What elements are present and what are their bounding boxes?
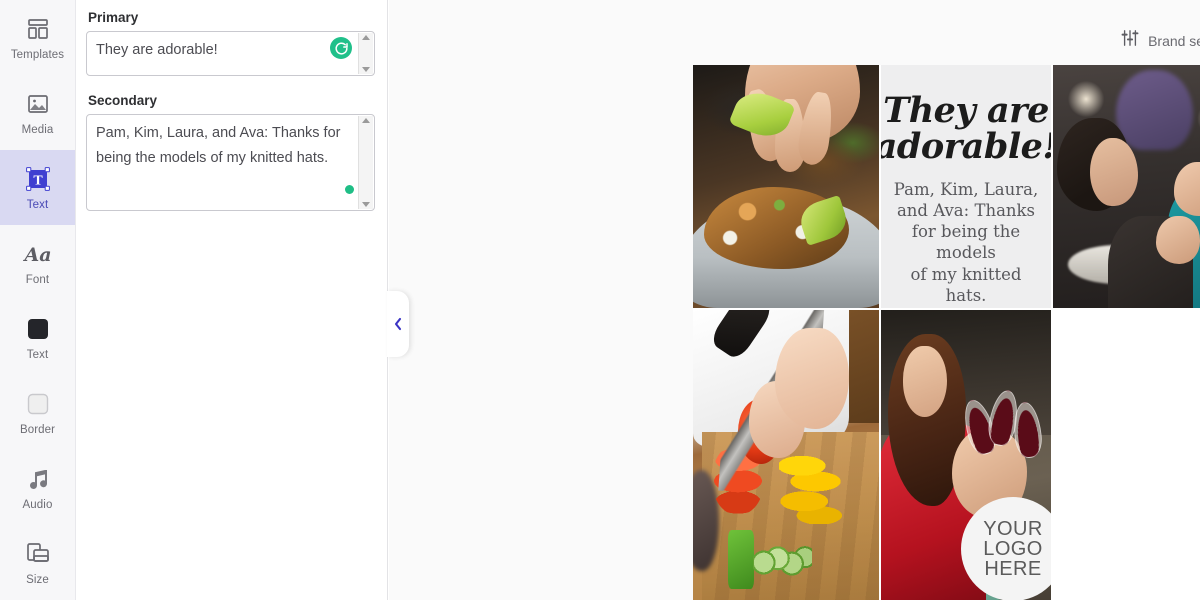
border-square-icon bbox=[23, 389, 53, 419]
logo-line-3: HERE bbox=[984, 558, 1042, 580]
logo-placeholder-badge[interactable]: YOUR LOGO HERE bbox=[961, 497, 1051, 600]
media-image-icon bbox=[23, 89, 53, 119]
canvas-headline: They are adorable! bbox=[881, 90, 1051, 168]
design-canvas[interactable]: They are adorable! Pam, Kim, Laura, and … bbox=[693, 65, 1200, 600]
sliders-icon bbox=[1121, 29, 1139, 52]
secondary-textarea[interactable]: Pam, Kim, Laura, and Ava: Thanks for bei… bbox=[86, 114, 375, 211]
primary-text-value: They are adorable! bbox=[96, 42, 218, 58]
sidebar-label: Size bbox=[26, 574, 49, 586]
collapse-panel-button[interactable] bbox=[387, 291, 409, 357]
subtext-line-1: Pam, Kim, Laura, bbox=[893, 180, 1039, 200]
sidebar-label: Templates bbox=[10, 49, 65, 61]
sidebar-label: Font bbox=[25, 274, 50, 286]
sidebar-item-audio[interactable]: Audio bbox=[0, 450, 75, 525]
sidebar-item-text[interactable]: T Text bbox=[0, 150, 75, 225]
photo-hand bbox=[1156, 215, 1200, 265]
photo-cucumber-slices bbox=[752, 535, 813, 590]
canvas-subtext: Pam, Kim, Laura, and Ava: Thanks for bei… bbox=[891, 179, 1041, 306]
size-rectangles-icon bbox=[23, 539, 53, 569]
sidebar-label: Text bbox=[26, 199, 49, 211]
headline-line-2: adorable! bbox=[881, 126, 1051, 168]
sidebar-item-size[interactable]: Size bbox=[0, 525, 75, 600]
photo-diners[interactable] bbox=[1053, 65, 1200, 308]
sidebar-label: Border bbox=[19, 424, 56, 436]
left-tool-rail: Templates Media T Text Aa Font Text Bord… bbox=[0, 0, 76, 600]
subtext-line-4: of my knitted hats. bbox=[910, 264, 1022, 305]
svg-text:T: T bbox=[33, 174, 43, 189]
secondary-text-value: Pam, Kim, Laura, and Ava: Thanks for bei… bbox=[96, 125, 345, 166]
brand-settings-button[interactable]: Brand set bbox=[1121, 29, 1200, 52]
scroll-down-icon[interactable] bbox=[362, 67, 370, 72]
primary-field-label: Primary bbox=[88, 10, 139, 25]
headline-line-1: They are bbox=[883, 90, 1049, 131]
text-box-icon: T bbox=[23, 164, 53, 194]
scroll-down-icon[interactable] bbox=[362, 202, 370, 207]
app-root: Templates Media T Text Aa Font Text Bord… bbox=[0, 0, 1200, 600]
font-aa-icon: Aa bbox=[23, 239, 53, 269]
sidebar-label: Media bbox=[21, 124, 54, 136]
photo-background-person bbox=[1115, 69, 1193, 151]
subtext-line-2: and Ava: Thanks bbox=[896, 201, 1036, 221]
refresh-circle-icon[interactable] bbox=[330, 37, 352, 59]
sidebar-label: Audio bbox=[22, 499, 53, 511]
canvas-workspace: Brand set They are adorable! bbox=[389, 0, 1200, 600]
sidebar-item-templates[interactable]: Templates bbox=[0, 0, 75, 75]
secondary-status-dot bbox=[345, 185, 354, 194]
svg-text:Aa: Aa bbox=[23, 244, 52, 266]
photo-hand bbox=[774, 327, 850, 429]
text-color-swatch-icon bbox=[23, 314, 53, 344]
brand-settings-label: Brand set bbox=[1148, 32, 1200, 49]
sidebar-item-font[interactable]: Aa Font bbox=[0, 225, 75, 300]
sidebar-item-media[interactable]: Media bbox=[0, 75, 75, 150]
sidebar-item-border[interactable]: Border bbox=[0, 375, 75, 450]
scroll-up-icon[interactable] bbox=[362, 35, 370, 40]
photo-tacos-lime[interactable] bbox=[693, 65, 879, 308]
secondary-field-label: Secondary bbox=[88, 93, 158, 108]
sidebar-item-text-color[interactable]: Text bbox=[0, 300, 75, 375]
sidebar-label: Text bbox=[26, 349, 49, 361]
logo-line-2: LOGO bbox=[983, 538, 1043, 560]
secondary-scrollbar[interactable] bbox=[358, 116, 373, 209]
logo-line-1: YOUR bbox=[983, 518, 1043, 540]
text-editor-panel: Primary They are adorable! Secondary Pam… bbox=[76, 0, 388, 600]
photo-face bbox=[1089, 137, 1138, 206]
photo-woman-wine[interactable]: YOUR LOGO HERE bbox=[881, 310, 1051, 600]
photo-chef-peppers[interactable] bbox=[693, 310, 879, 600]
text-block[interactable]: They are adorable! Pam, Kim, Laura, and … bbox=[881, 65, 1051, 308]
chevron-left-icon bbox=[394, 317, 402, 331]
templates-icon bbox=[23, 14, 53, 44]
subtext-line-3: for being the models bbox=[911, 222, 1021, 263]
scroll-up-icon[interactable] bbox=[362, 118, 370, 123]
primary-scrollbar[interactable] bbox=[358, 33, 373, 74]
photo-cucumber bbox=[728, 529, 755, 590]
primary-textarea[interactable]: They are adorable! bbox=[86, 31, 375, 76]
audio-note-icon bbox=[23, 464, 53, 494]
